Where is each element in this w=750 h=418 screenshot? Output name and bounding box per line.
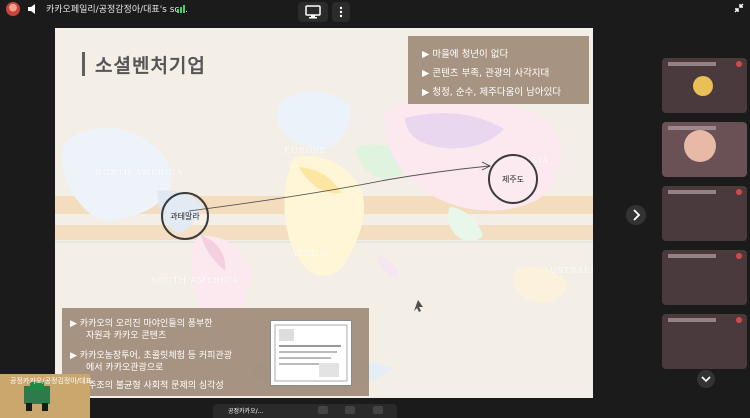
jeju-label: 제주도 [501,175,525,184]
participant-thumbnail[interactable] [662,58,747,113]
avatar[interactable] [6,2,20,16]
control-button[interactable] [318,406,328,414]
bottom-line-5: ▶ 제주조의 불균형 사회적 문제의 심각성 [70,381,224,391]
map-label-africa: AFRICA [291,249,330,258]
participant-thumbnail[interactable] [662,314,747,369]
bottom-line-4: 에서 카카오관광으로 [86,363,164,373]
chevron-right-icon [633,209,641,221]
chevron-down-icon [701,376,711,383]
title-accent-bar [82,52,85,76]
map-label-south-america: SOUTH AMERICA [151,276,239,285]
mic-muted-icon [736,317,742,323]
mic-muted-icon [736,253,742,259]
guatemala-label: 과테말라 [170,212,200,221]
control-button[interactable] [345,406,355,414]
map-label-australia: AUSTRALIA [543,266,593,275]
callout-line-3: ▶ 청정, 순수, 제주다움이 남아있다 [422,87,562,98]
map-label-north-america: NORTH AMERICA [95,168,184,177]
certificate-image [270,320,352,386]
callout-line-1: ▶ 마을에 청년이 없다 [422,49,509,60]
map-label-europe: EUROPE [284,146,327,155]
meeting-title: 카카오페일리/공정감정아/대표's sc... [46,5,188,15]
next-slide-button[interactable] [626,205,646,225]
mic-muted-icon [736,61,742,67]
screen-share-button[interactable] [298,2,328,22]
participant-thumbnail[interactable] [662,186,747,241]
participant-panel [662,58,747,388]
control-button[interactable] [373,406,383,414]
scroll-down-button[interactable] [697,370,715,388]
participant-name [668,318,716,322]
certificate-icon [274,324,348,382]
top-callout: ▶ 마을에 청년이 없다 ▶ 콘텐츠 부족, 관광의 사각지대 ▶ 청정, 순수… [408,36,589,104]
participant-name [668,190,716,194]
guatemala-circle: 과테말라 [161,192,209,240]
presentation-slide: 소셜벤처기업 ▶ 마을에 청년이 없다 ▶ 콘텐츠 부족, 관광의 사각지대 ▶… [55,28,593,398]
jeju-circle: 제주도 [488,154,538,204]
minimize-icon[interactable] [733,2,745,14]
more-icon [339,6,343,18]
callout-line-2: ▶ 콘텐츠 부족, 관광의 사각지대 [422,68,550,79]
meeting-top-bar: 카카오페일리/공정감정아/대표's sc... [0,0,750,22]
mic-muted-icon [736,189,742,195]
slide-title: 소셜벤처기업 [95,55,206,77]
avatar [684,130,716,162]
avatar [693,76,713,96]
signal-icon [177,5,185,13]
monitor-icon [305,5,321,19]
self-name-label: 공정카카오/공정김정아/대표 [10,377,92,385]
participant-name [668,254,716,258]
bottom-line-2: 자원과 카카오 콘텐츠 [86,331,167,341]
more-options-button[interactable] [332,2,350,22]
participant-name [668,62,716,66]
participant-thumbnail[interactable] [662,122,747,177]
bottom-participant-label: 공정카카오/... [228,408,264,415]
participant-thumbnail[interactable] [662,250,747,305]
participant-name [668,126,716,130]
speaker-icon[interactable] [27,3,39,15]
